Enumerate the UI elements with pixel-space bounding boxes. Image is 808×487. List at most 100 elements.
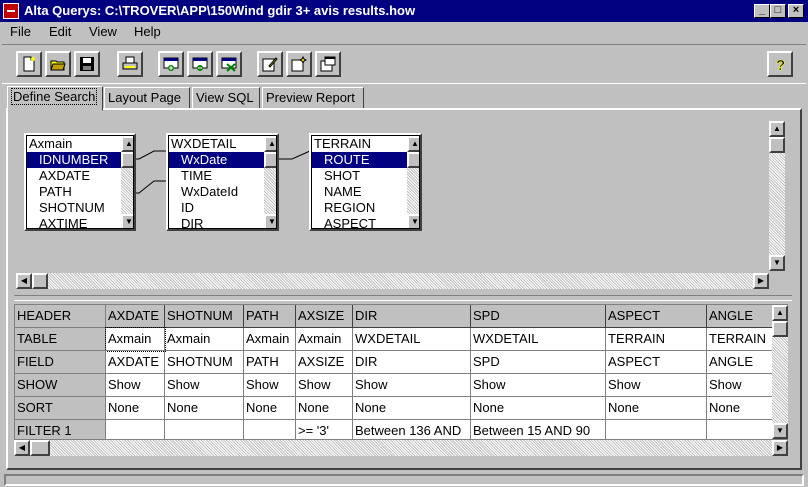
table-terrain[interactable]: TERRAIN ROUTE SHOT NAME REGION ASPECT ▲ … — [309, 133, 422, 231]
field-item[interactable]: SHOT — [324, 168, 360, 184]
menu-file[interactable]: File — [10, 24, 31, 39]
grid-row-header[interactable]: TABLE — [15, 328, 106, 351]
scroll-up-icon[interactable]: ▲ — [121, 136, 133, 152]
field-item[interactable]: DIR — [181, 216, 203, 228]
grid-cell[interactable]: SPD — [471, 351, 606, 374]
grid-row-header[interactable]: HEADER — [15, 305, 106, 328]
scroll-thumb[interactable] — [32, 273, 48, 289]
window-layout-button[interactable] — [315, 51, 341, 77]
grid-cell[interactable]: Between 136 AND — [353, 420, 471, 439]
grid-horizontal-scrollbar[interactable]: ◀ ▶ — [14, 440, 788, 456]
scroll-up-icon[interactable]: ▲ — [772, 305, 788, 321]
grid-cell[interactable]: TERRAIN — [707, 328, 777, 351]
scroll-left-icon[interactable]: ◀ — [14, 440, 30, 456]
table-axmain[interactable]: Axmain IDNUMBER AXDATE PATH SHOTNUM AXTI… — [24, 133, 136, 231]
grid-cell[interactable]: Axmain — [105, 327, 166, 352]
grid-cell[interactable] — [106, 420, 165, 439]
scroll-down-icon[interactable]: ▼ — [407, 214, 419, 228]
new-field-button[interactable] — [286, 51, 312, 77]
grid-cell[interactable]: Show — [244, 374, 296, 397]
field-item[interactable]: SHOTNUM — [39, 200, 105, 216]
field-item[interactable]: ASPECT — [324, 216, 376, 228]
scroll-thumb[interactable] — [772, 321, 788, 337]
edit-field-button[interactable] — [257, 51, 283, 77]
scroll-down-icon[interactable]: ▼ — [264, 214, 276, 228]
grid-cell[interactable]: AXDATE — [106, 351, 165, 374]
scroll-up-icon[interactable]: ▲ — [769, 121, 785, 137]
grid-column-header[interactable]: SPD — [471, 305, 606, 328]
table-title[interactable]: TERRAIN — [312, 136, 372, 152]
field-item[interactable]: IDNUMBER — [27, 152, 121, 168]
scroll-thumb[interactable] — [121, 152, 133, 168]
grid-cell[interactable]: WXDETAIL — [471, 328, 606, 351]
grid-cell[interactable]: Show — [606, 374, 707, 397]
grid-column-header[interactable]: DIR — [353, 305, 471, 328]
scroll-thumb[interactable] — [769, 137, 785, 153]
grid-cell[interactable]: None — [165, 397, 244, 420]
grid-cell[interactable]: Axmain — [244, 328, 296, 351]
scroll-thumb[interactable] — [30, 440, 50, 456]
grid-column-header[interactable]: PATH — [244, 305, 296, 328]
grid-row-header[interactable]: SORT — [15, 397, 106, 420]
grid-column-header[interactable]: AXDATE — [106, 305, 165, 328]
grid-column-header[interactable]: ANGLE — [707, 305, 777, 328]
grid-cell[interactable]: Show — [296, 374, 353, 397]
grid-cell[interactable]: TERRAIN — [606, 328, 707, 351]
table-title[interactable]: WXDETAIL — [169, 136, 237, 152]
grid-row-header[interactable]: SHOW — [15, 374, 106, 397]
scroll-down-icon[interactable]: ▼ — [769, 255, 785, 271]
scroll-up-icon[interactable]: ▲ — [264, 136, 276, 152]
help-button[interactable]: ? — [767, 51, 793, 77]
grid-cell[interactable]: None — [606, 397, 707, 420]
grid-cell[interactable]: Show — [353, 374, 471, 397]
field-item[interactable]: NAME — [324, 184, 362, 200]
field-item[interactable]: ID — [181, 200, 194, 216]
grid-cell[interactable]: Axmain — [296, 328, 353, 351]
design-horizontal-scrollbar[interactable]: ◀ ▶ — [16, 273, 769, 289]
print-button[interactable] — [117, 51, 143, 77]
grid-column-header[interactable]: AXSIZE — [296, 305, 353, 328]
grid-cell[interactable]: None — [296, 397, 353, 420]
design-vertical-scrollbar[interactable]: ▲ ▼ — [769, 121, 785, 271]
table-scrollbar[interactable]: ▲ ▼ — [264, 136, 276, 228]
field-item[interactable]: ROUTE — [312, 152, 407, 168]
open-button[interactable] — [45, 51, 71, 77]
table-scrollbar[interactable]: ▲ ▼ — [407, 136, 419, 228]
grid-cell[interactable] — [707, 420, 777, 439]
tab-define-search[interactable]: Define Search — [7, 86, 103, 111]
table-title[interactable]: Axmain — [27, 136, 73, 152]
delete-table-button[interactable] — [216, 51, 242, 77]
grid-cell[interactable]: PATH — [244, 351, 296, 374]
scroll-left-icon[interactable]: ◀ — [16, 273, 32, 289]
title-bar[interactable]: Alta Querys: C:\TROVER\APP\150Wind gdir … — [0, 0, 808, 22]
splitter[interactable] — [14, 295, 792, 301]
scroll-down-icon[interactable]: ▼ — [121, 214, 133, 228]
field-item[interactable]: PATH — [39, 184, 72, 200]
field-item[interactable]: REGION — [324, 200, 375, 216]
maximize-button[interactable]: □ — [770, 4, 786, 18]
grid-row-header[interactable]: FILTER 1 — [15, 420, 106, 439]
grid-cell[interactable]: Show — [165, 374, 244, 397]
grid-cell[interactable]: ANGLE — [707, 351, 777, 374]
grid-column-header[interactable]: SHOTNUM — [165, 305, 244, 328]
grid-cell[interactable] — [165, 420, 244, 439]
tab-view-sql[interactable]: View SQL — [192, 87, 260, 109]
scroll-right-icon[interactable]: ▶ — [772, 440, 788, 456]
table-wxdetail[interactable]: WXDETAIL WxDate TIME WxDateId ID DIR ▲ ▼ — [166, 133, 279, 231]
grid-cell[interactable]: >= '3' — [296, 420, 353, 439]
menu-edit[interactable]: Edit — [49, 24, 71, 39]
grid-cell[interactable]: AXSIZE — [296, 351, 353, 374]
menu-view[interactable]: View — [89, 24, 117, 39]
field-item[interactable]: WxDate — [169, 152, 264, 168]
new-button[interactable] — [16, 51, 42, 77]
save-button[interactable] — [74, 51, 100, 77]
grid-cell[interactable]: ASPECT — [606, 351, 707, 374]
scroll-up-icon[interactable]: ▲ — [407, 136, 419, 152]
scroll-thumb[interactable] — [407, 152, 419, 168]
scroll-right-icon[interactable]: ▶ — [753, 273, 769, 289]
grid-cell[interactable] — [244, 420, 296, 439]
grid-cell[interactable]: Between 15 AND 90 — [471, 420, 606, 439]
field-item[interactable]: TIME — [181, 168, 212, 184]
table-scrollbar[interactable]: ▲ ▼ — [121, 136, 133, 228]
grid-cell[interactable]: WXDETAIL — [353, 328, 471, 351]
